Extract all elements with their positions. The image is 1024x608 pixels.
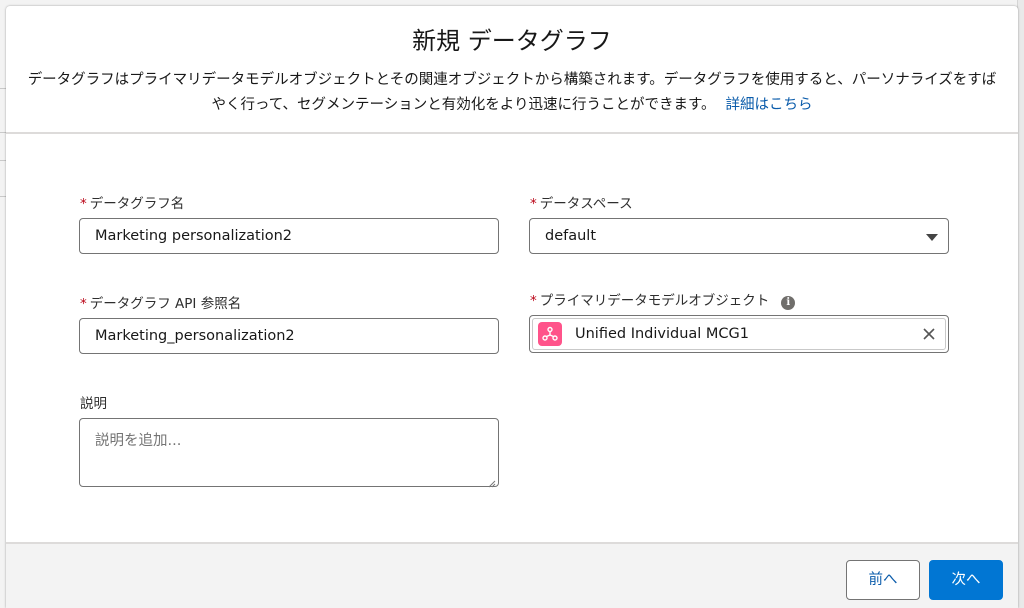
selected-object-name: Unified Individual MCG1 xyxy=(575,326,750,342)
description-textarea[interactable]: 説明を追加... xyxy=(79,418,499,488)
api-name-input[interactable]: Marketing_personalization2 xyxy=(79,318,499,354)
modal-title: 新規 データグラフ xyxy=(412,27,612,55)
description-label: 説明 xyxy=(80,396,107,412)
new-data-graph-modal: 新規 データグラフ データグラフはプライマリデータモデルオブジェクトとその関連オ… xyxy=(6,6,1018,608)
required-marker: * xyxy=(80,196,87,212)
description-placeholder: 説明を追加... xyxy=(95,433,182,449)
api-name-label: * データグラフ API 参照名 xyxy=(80,295,241,313)
resize-handle-icon[interactable] xyxy=(488,476,496,488)
data-space-select[interactable]: default xyxy=(529,218,949,254)
learn-more-link[interactable]: 詳細はこちら xyxy=(726,97,813,113)
selected-object-pill: Unified Individual MCG1 xyxy=(532,318,946,350)
graph-name-label-text: データグラフ名 xyxy=(89,196,185,212)
data-space-value: default xyxy=(545,228,597,244)
chevron-down-icon xyxy=(926,234,938,241)
data-space-label: * データスペース xyxy=(530,195,633,213)
api-name-label-text: データグラフ API 参照名 xyxy=(89,296,242,312)
required-marker: * xyxy=(530,293,537,309)
modal-footer: 前へ 次へ xyxy=(6,542,1018,608)
primary-object-label-text: プライマリデータモデルオブジェクト xyxy=(539,293,770,309)
data-model-object-icon xyxy=(538,322,562,346)
modal-description-text: データグラフはプライマリデータモデルオブジェクトとその関連オブジェクトから構築さ… xyxy=(27,72,997,113)
graph-name-input[interactable]: Marketing personalization2 xyxy=(79,218,499,254)
next-button[interactable]: 次へ xyxy=(929,560,1003,600)
data-space-label-text: データスペース xyxy=(539,196,633,212)
modal-header: 新規 データグラフ データグラフはプライマリデータモデルオブジェクトとその関連オ… xyxy=(6,6,1018,134)
primary-object-lookup[interactable]: Unified Individual MCG1 xyxy=(529,315,949,353)
close-icon[interactable] xyxy=(921,326,937,342)
graph-name-label: * データグラフ名 xyxy=(80,195,184,213)
primary-object-label: * プライマリデータモデルオブジェクト i xyxy=(530,292,796,310)
required-marker: * xyxy=(80,296,87,312)
modal-description: データグラフはプライマリデータモデルオブジェクトとその関連オブジェクトから構築さ… xyxy=(26,68,998,118)
info-icon[interactable]: i xyxy=(781,296,796,310)
background-scrollbar xyxy=(1017,0,1024,608)
required-marker: * xyxy=(530,196,537,212)
previous-button[interactable]: 前へ xyxy=(846,560,920,600)
